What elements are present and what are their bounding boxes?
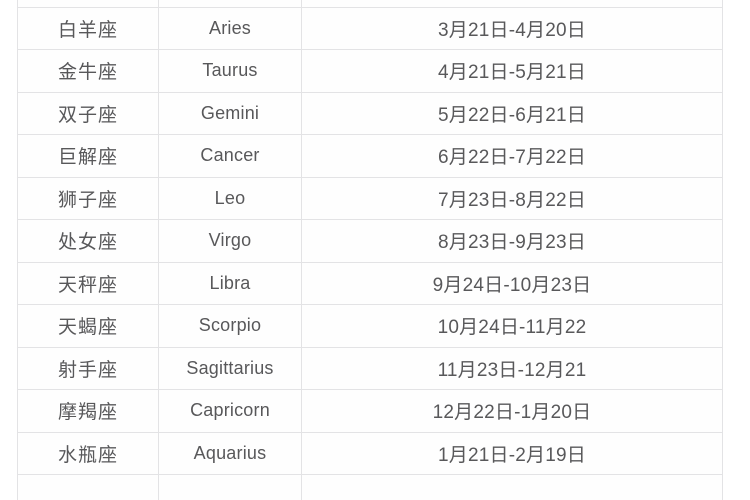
table-row: 金牛座 Taurus 4月21日-5月21日 [17,49,723,93]
zodiac-table-body: 白羊座 Aries 3月21日-4月20日 金牛座 Taurus 4月21日-5月21日双… [17,0,723,500]
table-cell-en: Aries [158,6,302,50]
table-cell-cn: 双子座 [17,91,159,135]
table-cell-cn: 水瓶座 [17,431,159,475]
table-cell-en: Capricorn [158,389,302,433]
table-row: 射手座 Sagittarius 11月23日-12月21 [17,346,723,390]
table-cell-date [301,474,723,500]
table-cell-en: Aquarius [158,431,302,475]
table-row: 双子座 Gemini 5月22日-6月21日 [17,91,723,135]
table-cell-en: Cancer [158,134,302,178]
table-cell-en: Libra [158,261,302,305]
table-cell-cn: 金牛座 [17,49,159,93]
table-cell-date: 8月23日-9月23日 [301,219,723,263]
table-cell-en: Scorpio [158,304,302,348]
table-cell-date: 5月22日-6月21日 [301,91,723,135]
table-cell-date: 11月23日-12月21 [301,346,723,390]
table-cell-date: 3月21日-4月20日 [301,6,723,50]
table-row: 白羊座 Aries 3月21日-4月20日 [17,6,723,50]
table-cell-en: Leo [158,176,302,220]
table-row [17,0,723,8]
table-row [17,474,723,500]
table-cell-date [301,0,723,8]
table-cell-cn: 巨解座 [17,134,159,178]
screenshot-viewport: 白羊座 Aries 3月21日-4月20日 金牛座 Taurus 4月21日-5月21日双… [0,0,750,500]
table-row: 天秤座 Libra 9月24日-10月23日 [17,261,723,305]
table-row: 处女座 Virgo 8月23日-9月23日 [17,219,723,263]
table-cell-date: 12月22日-1月20日 [301,389,723,433]
table-cell-cn: 狮子座 [17,176,159,220]
table-cell-en [158,474,302,500]
table-cell-cn: 天蝎座 [17,304,159,348]
table-cell-en: Virgo [158,219,302,263]
zodiac-table: 白羊座 Aries 3月21日-4月20日 金牛座 Taurus 4月21日-5月21日双… [17,0,723,500]
table-cell-cn [17,474,159,500]
table-cell-en: Sagittarius [158,346,302,390]
table-cell-en [158,0,302,8]
table-cell-cn [17,0,159,8]
table-cell-cn: 射手座 [17,346,159,390]
table-cell-en: Taurus [158,49,302,93]
zodiac-table-container: 白羊座 Aries 3月21日-4月20日 金牛座 Taurus 4月21日-5月21日双… [17,0,723,500]
table-row: 巨解座 Cancer 6月22日-7月22日 [17,134,723,178]
table-row: 水瓶座 Aquarius 1月21日-2月19日 [17,431,723,475]
table-cell-date: 7月23日-8月22日 [301,176,723,220]
table-row: 狮子座 Leo 7月23日-8月22日 [17,176,723,220]
table-cell-date: 9月24日-10月23日 [301,261,723,305]
table-cell-date: 6月22日-7月22日 [301,134,723,178]
table-row: 摩羯座 Capricorn 12月22日-1月20日 [17,389,723,433]
table-cell-en: Gemini [158,91,302,135]
table-cell-cn: 摩羯座 [17,389,159,433]
table-cell-cn: 天秤座 [17,261,159,305]
table-cell-cn: 处女座 [17,219,159,263]
table-cell-cn: 白羊座 [17,6,159,50]
table-cell-date: 1月21日-2月19日 [301,431,723,475]
table-row: 天蝎座 Scorpio 10月24日-11月22 [17,304,723,348]
table-cell-date: 10月24日-11月22 [301,304,723,348]
table-cell-date: 4月21日-5月21日 [301,49,723,93]
